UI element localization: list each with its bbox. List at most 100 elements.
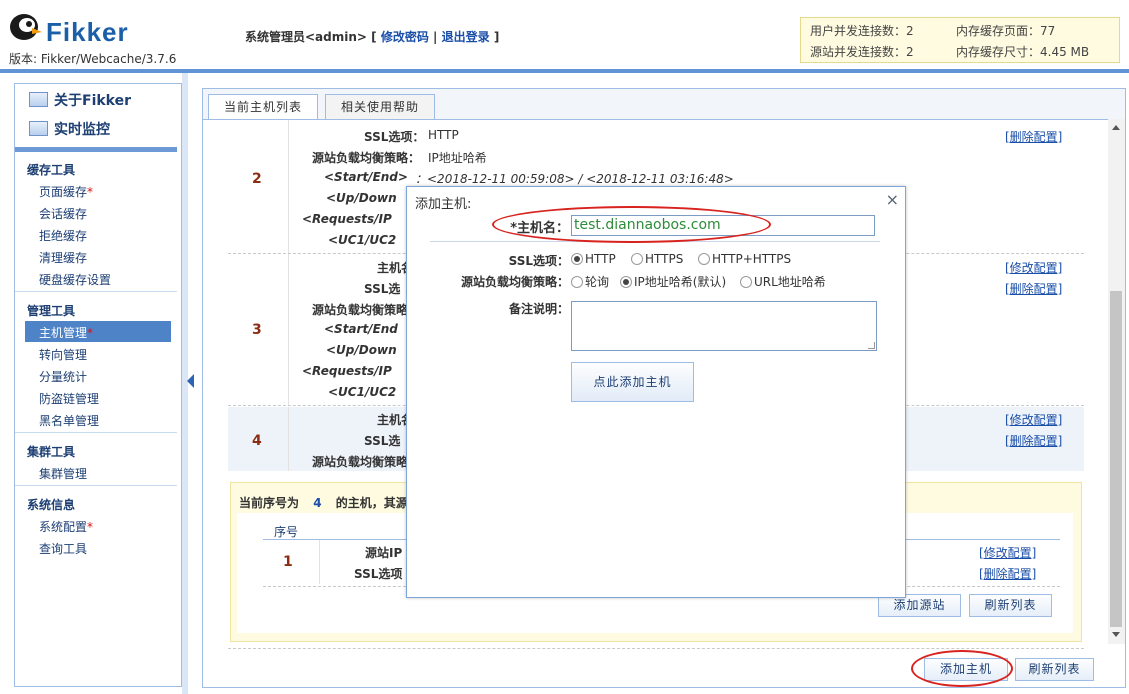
column-divider [319,540,320,584]
sidebar-item-label: 系统配置 [39,520,88,534]
ssl-radio-http-https[interactable]: HTTP+HTTPS [698,252,791,266]
sidebar-item-label: 页面缓存 [39,185,88,199]
origin-delete-link[interactable]: [删除配置] [979,565,1036,582]
delete-config-link[interactable]: [删除配置] [1005,128,1062,145]
lb-value: IP地址哈希 [428,151,487,165]
about-icon [29,92,48,107]
close-icon[interactable]: × [886,190,899,209]
refresh-origin-list-button[interactable]: 刷新列表 [969,594,1052,617]
column-header-index: 序号 [274,525,299,539]
add-host-dialog: 添加主机: × *主机名： test.diannaobos.com SSL选项：… [406,186,906,598]
scroll-thumb[interactable] [1110,291,1122,627]
sidebar-item-disk-cache-settings[interactable]: 硬盘缓存设置 [39,271,111,288]
lb-label: 源站负载均衡策略： [312,151,421,165]
radio-label: HTTP [585,252,616,266]
notice-suffix: 的主机，其源 [335,496,408,510]
lb-radio-round-robin[interactable]: 轮询 [571,273,609,290]
group-system-info: 系统信息 [27,498,76,512]
sidebar-item-monitor[interactable]: 实时监控 [29,119,110,139]
delete-config-link[interactable]: [删除配置] [1005,432,1062,449]
annotation-ellipse-add-host [911,650,1013,687]
row-index: 2 [252,171,262,187]
column-divider [288,120,289,253]
sidebar-item-page-cache[interactable]: 页面缓存* [39,183,93,200]
sidebar-item-cluster-manage[interactable]: 集群管理 [39,465,87,482]
lb-radio-url-hash[interactable]: URL地址哈希 [740,273,826,290]
lb-label: 源站负载均衡策略 [312,455,409,469]
admin-bar: 系统管理员<admin> [ 修改密码 | 退出登录 ] [245,28,499,45]
ssl-radio-http[interactable]: HTTP [571,252,616,266]
origin-ip-label: 源站IP [365,546,403,560]
modify-config-link[interactable]: [修改配置] [1005,411,1062,428]
notice-prefix: 当前序号为 [239,496,300,510]
ssl-label: SSL选项： [364,130,425,144]
required-star: * [87,520,94,534]
group-divider [15,485,177,486]
sidebar-item-system-config[interactable]: 系统配置* [39,518,93,535]
group-cluster-tools: 集群工具 [27,445,76,459]
annotation-ellipse-hostname [492,206,771,243]
lb-policy-label: 源站负载均衡策略： [460,275,569,289]
scroll-down-icon[interactable] [1112,632,1120,637]
tab-help[interactable]: 相关使用帮助 [325,94,435,120]
sidebar-item-clear-cache[interactable]: 清理缓存 [39,249,87,266]
separator: | [433,30,438,44]
uc-label: <UC1/UC2 [328,385,397,399]
change-password-link[interactable]: 修改密码 [381,30,429,44]
sidebar-item-query-tools[interactable]: 查询工具 [39,540,87,557]
vertical-scrollbar[interactable] [1108,119,1125,644]
column-divider [288,407,289,471]
required-star: * [87,185,94,199]
row-separator [228,648,1084,649]
logout-link[interactable]: 退出登录 [442,30,490,44]
radio-label: HTTPS [645,252,684,266]
group-cache-tools: 缓存工具 [27,163,76,177]
radio-label: 轮询 [585,275,610,289]
submit-add-host-button[interactable]: 点此添加主机 [571,362,694,402]
radio-checked-icon [620,276,632,288]
modify-config-link[interactable]: [修改配置] [1005,259,1062,276]
sidebar-item-hotlink-manage[interactable]: 防盗链管理 [39,390,99,407]
row-index: 4 [252,433,262,449]
monitor-chart-icon [29,121,48,136]
sidebar-item-about[interactable]: 关于Fikker [29,90,131,110]
sidebar-item-blacklist-manage[interactable]: 黑名单管理 [39,412,99,429]
stats-box: 用户并发连接数：2 源站并发连接数：2 内存缓存页面：77 内存缓存尺寸：4.4… [800,17,1120,63]
radio-unchecked-icon [740,276,752,288]
scroll-up-icon[interactable] [1112,125,1120,130]
collapse-arrow-icon[interactable] [187,374,194,388]
sidebar-item-traffic-stats[interactable]: 分量统计 [39,368,87,385]
requests-label: <Requests/IP [302,364,392,378]
note-label: 备注说明： [508,302,569,316]
notice-number: 4 [313,496,322,510]
dialog-title: 添加主机: [415,197,472,212]
lb-radio-ip-hash[interactable]: IP地址哈希(默认) [620,273,726,290]
sidebar-item-label: 主机管理 [39,326,88,340]
start-end-label: <Start/End> [324,170,408,184]
radio-unchecked-icon [698,253,710,265]
origin-index: 1 [283,554,293,570]
sidebar-item-session-cache[interactable]: 会话缓存 [39,205,87,222]
radio-label: URL地址哈希 [754,275,826,289]
sidebar-item-reject-cache[interactable]: 拒绝缓存 [39,227,87,244]
required-star: * [87,326,94,340]
refresh-host-list-button[interactable]: 刷新列表 [1015,658,1094,681]
bracket-close: ] [493,30,500,44]
note-textarea[interactable] [571,301,877,351]
ssl-radio-https[interactable]: HTTPS [631,252,683,266]
start-end-value: ：<2018-12-11 00:59:08> / <2018-12-11 03:… [415,172,734,186]
requests-label: <Requests/IP [302,212,392,226]
radio-checked-icon [571,253,583,265]
user-conn-stat: 用户并发连接数：2 [810,24,914,38]
lb-label: 源站负载均衡策略 [312,303,409,317]
sidebar-item-redirect-manage[interactable]: 转向管理 [39,346,87,363]
row-index: 3 [252,322,262,338]
origin-modify-link[interactable]: [修改配置] [979,544,1036,561]
delete-config-link[interactable]: [删除配置] [1005,280,1062,297]
admin-label: 系统管理员<admin> [245,30,367,44]
tab-host-list[interactable]: 当前主机列表 [208,94,318,120]
start-end-label: <Start/End [324,322,398,336]
sidebar-item-host-manage[interactable]: 主机管理* [39,324,93,341]
fikker-logo-icon [10,14,42,40]
ssl-option-label: SSL选项： [508,254,569,268]
